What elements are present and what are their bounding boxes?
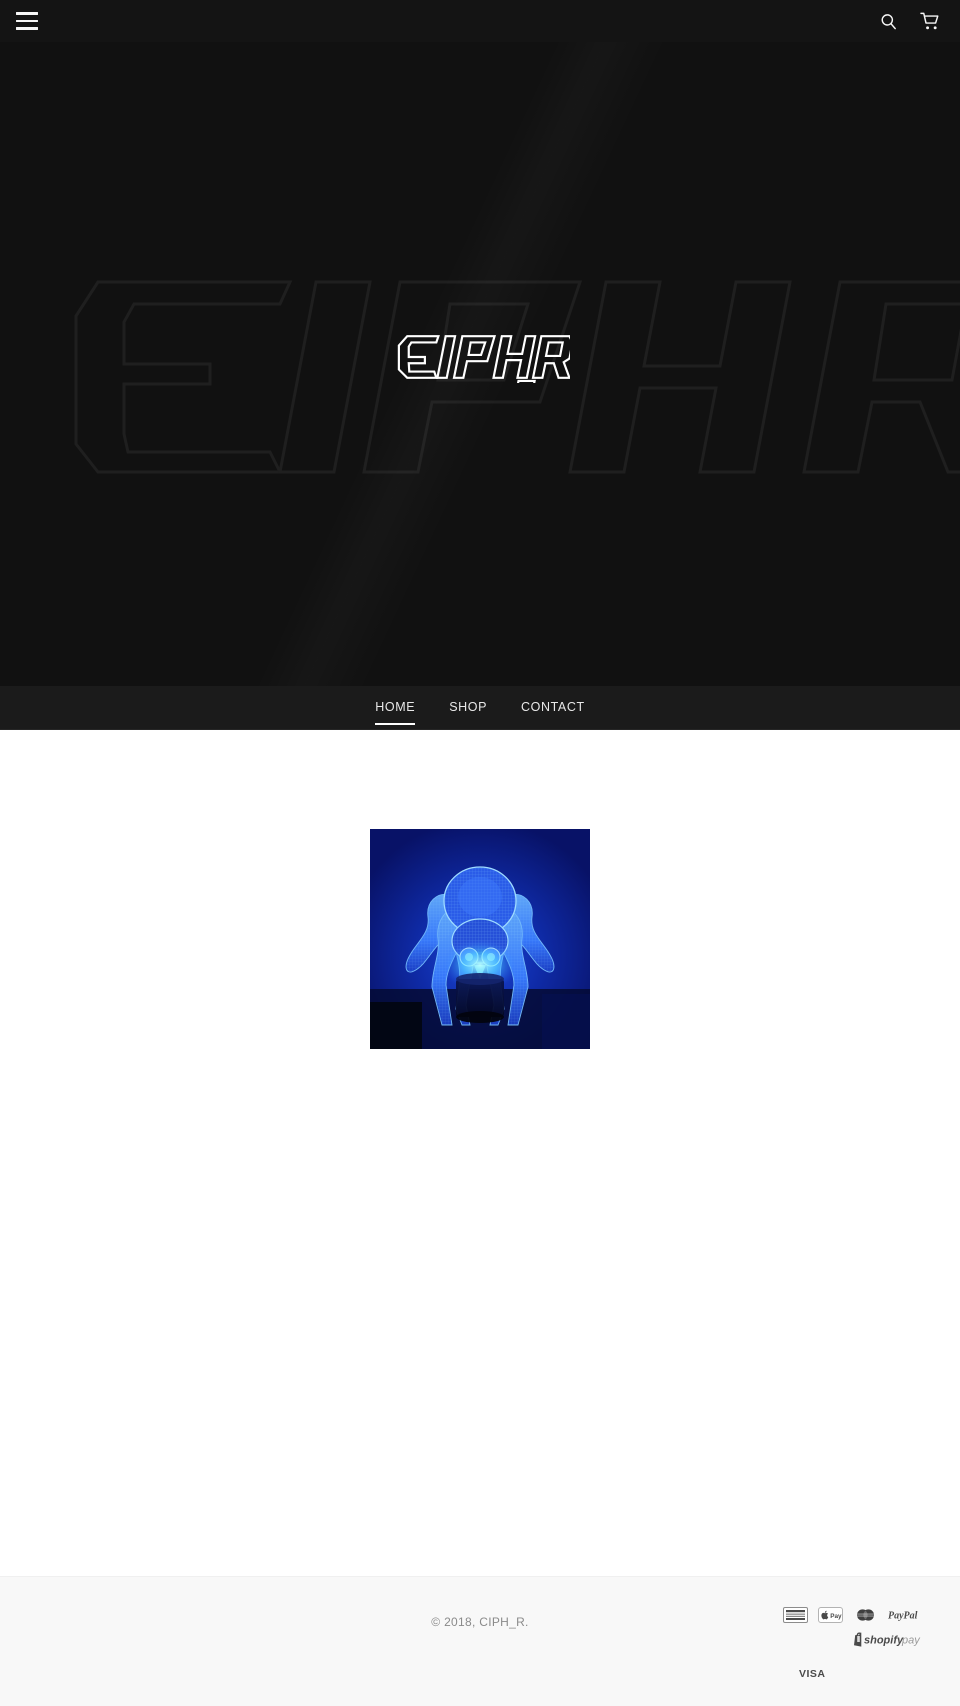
site-footer: © 2018, CIPH_R. Pay PayPal shopify pay V… (0, 1576, 960, 1706)
paypal-icon: PayPal (888, 1607, 922, 1623)
master-icon (853, 1607, 878, 1623)
nav-item-contact[interactable]: CONTACT (504, 688, 602, 728)
hamburger-bar (16, 19, 38, 23)
nav-item-home[interactable]: HOME (358, 688, 432, 728)
hamburger-bar (16, 27, 38, 30)
payment-methods: Pay PayPal shopify pay VISA (707, 1607, 922, 1681)
hero-logo[interactable] (390, 331, 570, 383)
svg-text:VISA: VISA (799, 1668, 826, 1680)
apple-pay-icon: Pay (818, 1607, 843, 1623)
hamburger-bar (16, 12, 38, 15)
svg-text:PayPal: PayPal (888, 1611, 918, 1622)
shopping-cart-icon[interactable] (918, 9, 942, 33)
main-content (0, 730, 960, 1576)
product-grid (0, 829, 960, 1049)
visa-icon: VISA (798, 1665, 832, 1681)
product-image[interactable] (370, 829, 590, 1049)
hamburger-menu-icon[interactable] (14, 10, 40, 32)
svg-text:pay: pay (901, 1634, 921, 1646)
svg-text:shopify: shopify (864, 1634, 904, 1646)
top-bar (0, 0, 960, 42)
search-icon[interactable] (876, 9, 900, 33)
product-card[interactable] (370, 829, 590, 1049)
top-bar-actions (876, 9, 942, 33)
storefront-page: HOME SHOP CONTACT © 2018, CIPH_R. Pay Pa… (0, 0, 960, 1706)
svg-text:Pay: Pay (830, 1613, 842, 1620)
nav-item-shop[interactable]: SHOP (432, 688, 504, 728)
main-navigation: HOME SHOP CONTACT (0, 686, 960, 730)
shopify-pay-icon: shopify pay (852, 1631, 922, 1647)
hero-banner (0, 42, 960, 686)
visa-row: VISA (707, 1665, 922, 1681)
american-express-icon (783, 1607, 808, 1623)
